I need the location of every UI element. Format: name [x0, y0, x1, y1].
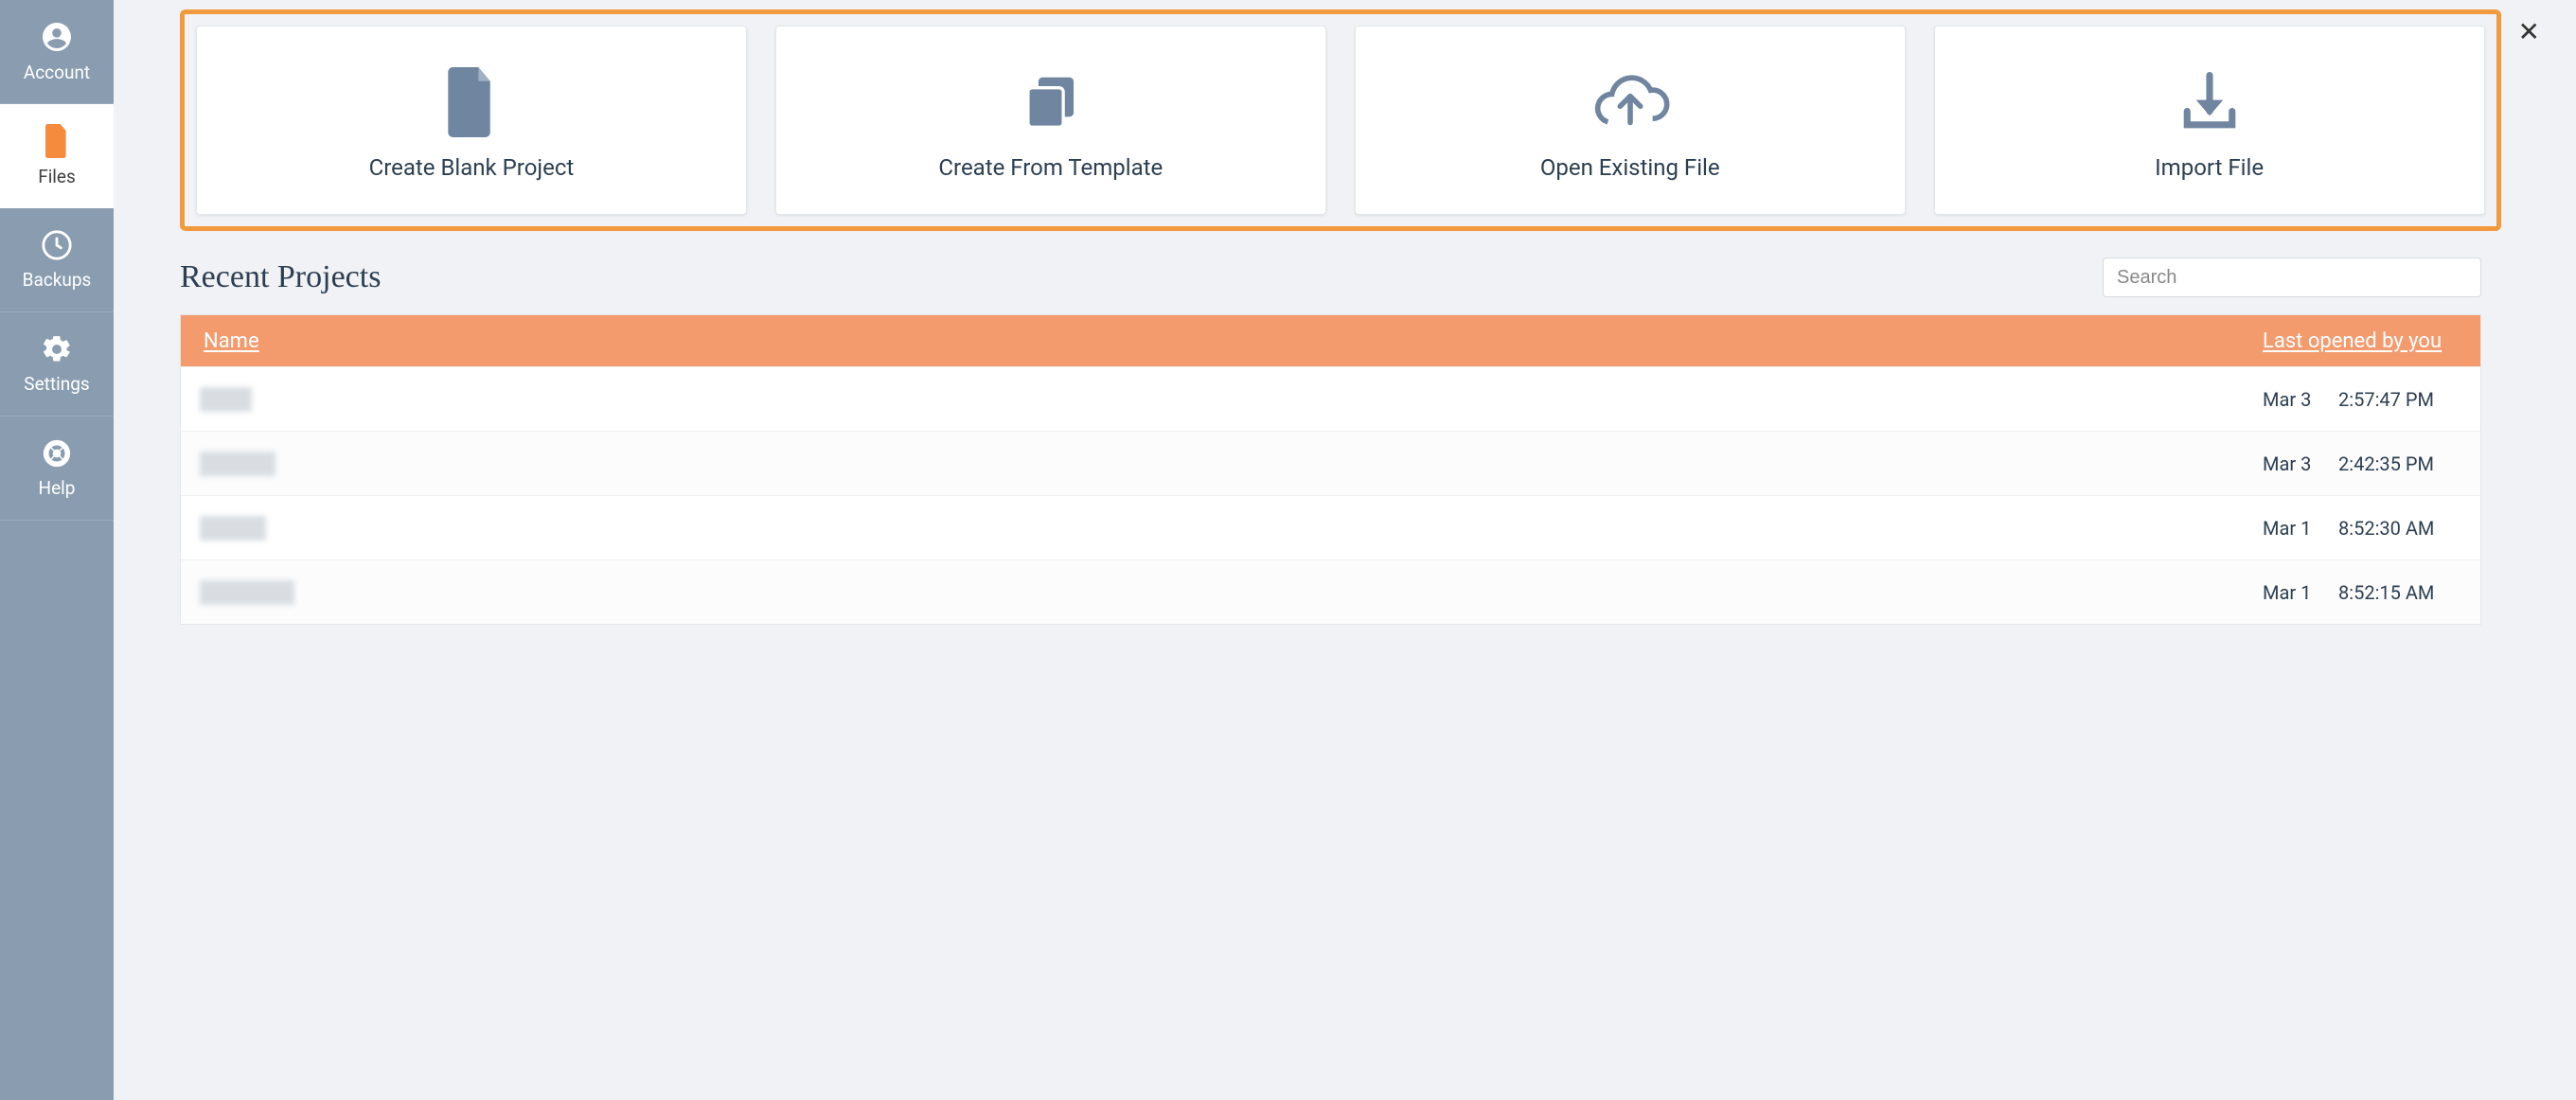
cell-date: Mar 1 [2253, 517, 2338, 540]
close-button[interactable]: ✕ [2511, 15, 2548, 49]
table-header: Name Last opened by you [181, 315, 2480, 366]
action-card-label: Create From Template [938, 154, 1163, 181]
open-existing-file-card[interactable]: Open Existing File [1355, 26, 1906, 215]
search-input[interactable] [2103, 257, 2481, 297]
recent-projects-title: Recent Projects [180, 259, 381, 295]
table-row[interactable]: Mar 32:57:47 PM [181, 366, 2480, 431]
table-row[interactable]: Mar 32:42:35 PM [181, 431, 2480, 495]
column-header-last-opened[interactable]: Last opened by you [2253, 329, 2480, 353]
create-blank-project-card[interactable]: Create Blank Project [196, 26, 747, 215]
column-header-name[interactable]: Name [181, 329, 2253, 353]
file-icon [43, 124, 71, 158]
action-card-label: Import File [2155, 154, 2264, 181]
sidebar-item-label: Files [38, 166, 76, 187]
sidebar-item-label: Help [39, 477, 76, 499]
cell-date: Mar 1 [2253, 581, 2338, 604]
main-content: Create Blank Project Create From Templat… [114, 0, 2576, 1100]
cell-name [181, 387, 2253, 412]
sidebar-item-files[interactable]: Files [0, 104, 114, 208]
cell-time: 8:52:15 AM [2338, 581, 2480, 604]
recent-projects-table: Name Last opened by you Mar 32:57:47 PMM… [180, 314, 2481, 625]
table-row[interactable]: Mar 18:52:15 AM [181, 559, 2480, 624]
sidebar-item-label: Settings [24, 373, 89, 395]
import-file-card[interactable]: Import File [1934, 26, 2485, 215]
sidebar-item-settings[interactable]: Settings [0, 312, 114, 417]
close-icon: ✕ [2518, 16, 2540, 47]
user-circle-icon [40, 20, 74, 54]
sidebar-item-label: Backups [23, 269, 92, 291]
cell-time: 8:52:30 AM [2338, 517, 2480, 540]
sidebar-item-label: Account [24, 62, 90, 83]
create-from-template-card[interactable]: Create From Template [775, 26, 1326, 215]
copy-icon [1018, 60, 1084, 145]
action-card-group: Create Blank Project Create From Templat… [180, 9, 2501, 231]
document-icon [443, 60, 500, 145]
cell-date: Mar 3 [2253, 388, 2338, 411]
sidebar-item-backups[interactable]: Backups [0, 208, 114, 312]
sidebar-item-help[interactable]: Help [0, 417, 114, 521]
sidebar-item-account[interactable]: Account [0, 0, 114, 104]
import-icon [2174, 60, 2246, 145]
sidebar: Account Files Backups Settings Help [0, 0, 114, 1100]
table-row[interactable]: Mar 18:52:30 AM [181, 495, 2480, 559]
cloud-upload-icon [1590, 60, 1671, 145]
action-card-label: Open Existing File [1540, 154, 1720, 181]
cell-name [181, 580, 2253, 605]
action-card-label: Create Blank Project [369, 154, 575, 181]
gear-icon [41, 333, 73, 365]
life-ring-icon [41, 437, 73, 470]
cell-time: 2:42:35 PM [2338, 452, 2480, 475]
cell-name [181, 516, 2253, 541]
clock-icon [41, 229, 73, 261]
cell-date: Mar 3 [2253, 452, 2338, 475]
cell-name [181, 452, 2253, 476]
cell-time: 2:57:47 PM [2338, 388, 2480, 411]
